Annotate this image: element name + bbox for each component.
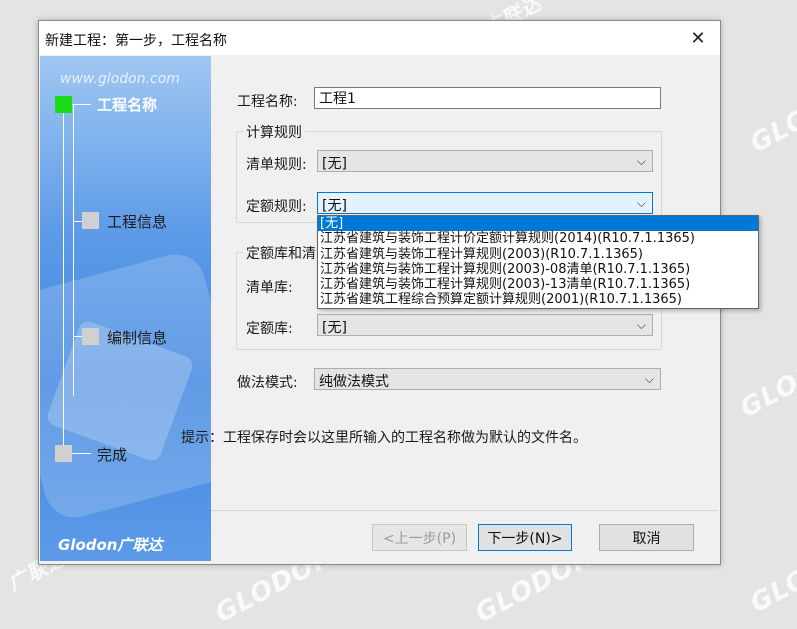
next-step-button[interactable]: 下一步(N)>	[478, 524, 572, 551]
cancel-button[interactable]: 取消	[599, 524, 694, 551]
footer-divider	[211, 510, 718, 511]
bill-library-label: 清单库:	[246, 280, 293, 296]
step-label-project-name: 工程名称	[97, 96, 158, 114]
bill-rule-label: 清单规则:	[246, 157, 307, 173]
wizard-sidebar: www.glodon.com 工程名称 工程信息 编制信息 完成 Glodon广…	[40, 56, 211, 561]
prev-step-button[interactable]: <上一步(P)	[372, 524, 467, 551]
glodon-logo: Glodon广联达	[58, 536, 163, 554]
dropdown-option[interactable]: [无]	[318, 216, 758, 232]
dropdown-option[interactable]: 江苏省建筑与装饰工程计算规则(2003)(R10.7.1.1365)	[318, 247, 758, 262]
step-tree-line	[73, 104, 74, 396]
title-bar: 新建工程：第一步，工程名称 ✕	[39, 21, 720, 55]
watermark-text: GLODON	[735, 336, 797, 424]
step-label-compile-info: 编制信息	[107, 329, 168, 347]
calc-rules-group-title: 计算规则	[243, 122, 305, 142]
quota-library-select[interactable]: [无] ⌵	[317, 314, 653, 336]
quota-rule-dropdown-list: [无] 江苏省建筑与装饰工程计价定额计算规则(2014)(R10.7.1.136…	[317, 215, 759, 309]
method-mode-select[interactable]: 纯做法模式 ⌵	[314, 368, 661, 390]
close-icon: ✕	[690, 27, 706, 49]
hint-text: 提示：工程保存时会以这里所输入的工程名称做为默认的文件名。	[181, 430, 587, 446]
chevron-down-icon: ⌵	[644, 372, 654, 386]
quota-library-value: [无]	[322, 320, 347, 336]
step-label-finish: 完成	[97, 446, 128, 464]
quota-rule-label: 定额规则:	[246, 199, 307, 215]
method-mode-value: 纯做法模式	[319, 374, 389, 390]
project-name-label: 工程名称:	[237, 94, 298, 110]
close-button[interactable]: ✕	[676, 21, 720, 55]
project-name-input[interactable]	[314, 87, 661, 109]
dropdown-option[interactable]: 江苏省建筑与装饰工程计价定额计算规则(2014)(R10.7.1.1365)	[318, 231, 758, 246]
watermark-text: GLODON	[745, 71, 797, 159]
step-indicator	[82, 328, 99, 345]
dropdown-option[interactable]: 江苏省建筑与装饰工程计算规则(2003)-13清单(R10.7.1.1365)	[318, 277, 758, 292]
chevron-down-icon: ⌵	[636, 318, 646, 332]
step-indicator	[82, 212, 99, 229]
quota-rule-select[interactable]: [无] ⌵	[317, 192, 653, 214]
chevron-down-icon: ⌵	[636, 154, 646, 168]
step-indicator-active	[55, 96, 72, 113]
quota-rule-value: [无]	[322, 198, 347, 214]
bill-rule-value: [无]	[322, 156, 347, 172]
method-mode-label: 做法模式:	[237, 375, 298, 391]
watermark-text: GLODON	[745, 531, 797, 619]
step-label-project-info: 工程信息	[107, 213, 168, 231]
step-indicator	[55, 445, 72, 462]
dropdown-option[interactable]: 江苏省建筑与装饰工程计算规则(2003)-08清单(R10.7.1.1365)	[318, 262, 758, 277]
dialog-title: 新建工程：第一步，工程名称	[45, 33, 227, 49]
library-group-title: 定额库和清	[243, 243, 319, 263]
chevron-down-icon: ⌵	[636, 196, 646, 210]
dropdown-option[interactable]: 江苏省建筑工程综合预算定额计算规则(2001)(R10.7.1.1365)	[318, 292, 758, 307]
step-tree-line	[63, 104, 64, 454]
quota-library-label: 定额库:	[246, 321, 293, 337]
website-url: www.glodon.com	[60, 71, 180, 87]
bill-rule-select[interactable]: [无] ⌵	[317, 150, 653, 172]
